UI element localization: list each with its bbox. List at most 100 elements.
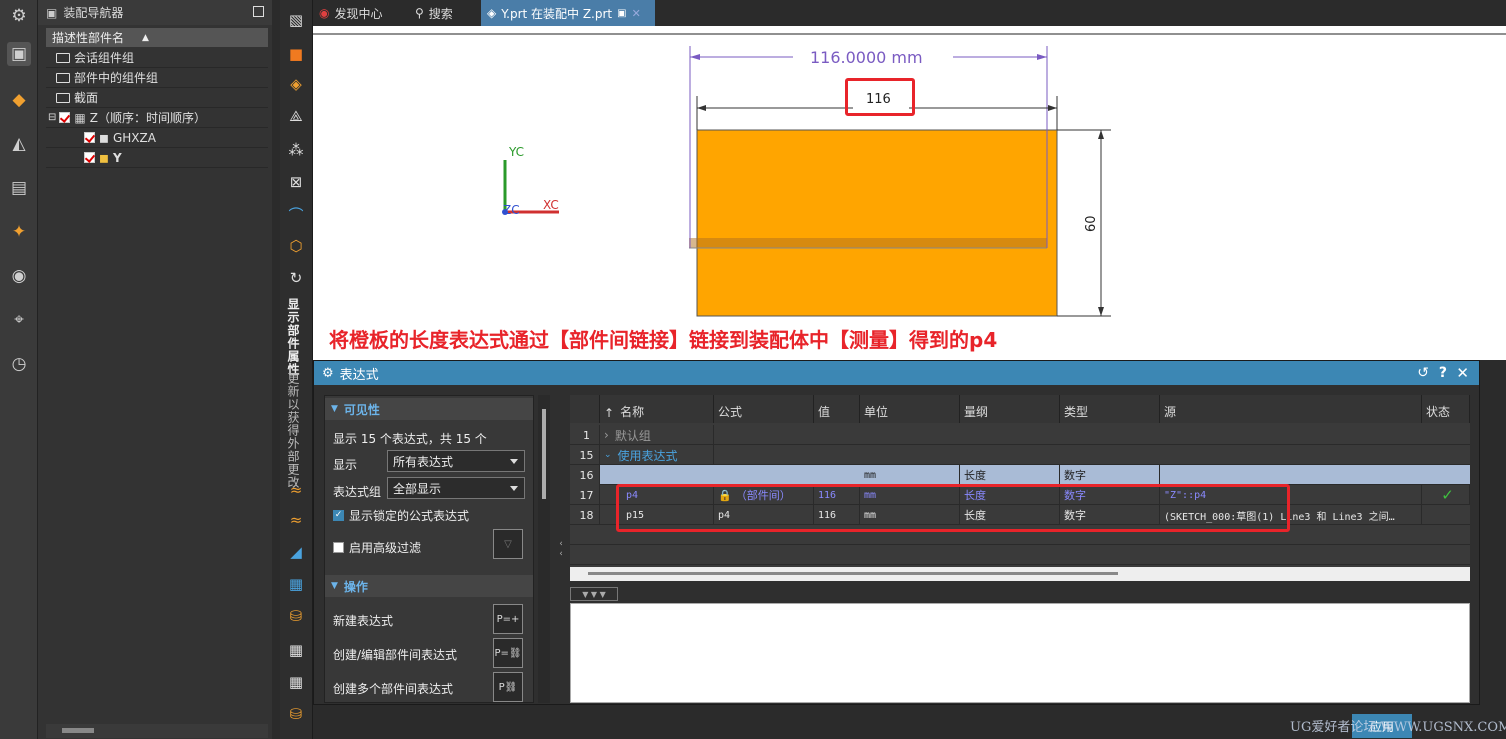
- type-dropdown[interactable]: 数字: [1060, 465, 1160, 485]
- part-navigator-icon[interactable]: ◭: [7, 132, 31, 156]
- link-icon[interactable]: ⛁: [284, 702, 308, 726]
- mesh-icon[interactable]: ▦: [284, 572, 308, 596]
- feature-icon[interactable]: ◈: [284, 72, 308, 96]
- grid-col-value[interactable]: 值: [814, 395, 860, 423]
- grid-col-unit[interactable]: 单位: [860, 395, 960, 423]
- delete-body-icon[interactable]: ⊠: [284, 170, 308, 194]
- update-icon[interactable]: ↻: [284, 266, 308, 290]
- grid-col-status[interactable]: 状态: [1422, 395, 1470, 423]
- unit-dropdown[interactable]: mm: [860, 465, 960, 485]
- create-multi-button[interactable]: P⛓: [493, 672, 523, 702]
- table-icon[interactable]: ▦: [284, 638, 308, 662]
- sort-up-icon: ▲: [142, 32, 149, 43]
- pattern-icon[interactable]: ⁂: [284, 138, 308, 162]
- block-icon[interactable]: ⬡: [284, 234, 308, 258]
- table-row-p4[interactable]: 17 p4 🔒 （部件间） 116 mm 长度 数字 "Z"::p4 ✓: [570, 485, 1470, 505]
- visibility-checkbox[interactable]: [84, 152, 95, 163]
- navigator-icon: ▣: [46, 5, 58, 20]
- panel-splitter[interactable]: ‹ ‹: [556, 395, 566, 703]
- update-external-label[interactable]: 更新以获得外部更改: [285, 372, 302, 489]
- grid-col-name[interactable]: ↑ 名称: [600, 395, 714, 423]
- close-icon[interactable]: ✕: [1456, 364, 1469, 382]
- tree-item-sections[interactable]: 截面: [46, 88, 268, 108]
- graphics-window[interactable]: 116.0000 mm 116 60 YC XC ZC 将橙板的长度表达式通过【…: [313, 26, 1506, 360]
- table-row-new[interactable]: 16 mm 长度 数字: [570, 465, 1470, 485]
- constraint-navigator-icon[interactable]: ◆: [7, 88, 31, 112]
- tree-item-part-groups[interactable]: 部件中的组件组: [46, 68, 268, 88]
- gear-icon[interactable]: ⚙: [7, 4, 31, 28]
- tab-y-part[interactable]: ◈ Y.prt 在装配中 Z.prt ▣ ✕: [481, 0, 655, 26]
- orange-body-icon[interactable]: ■: [284, 42, 308, 66]
- table-row[interactable]: 15 ⌄ 使用表达式: [570, 445, 1470, 465]
- expression-count: 显示 15 个表达式，共 15 个: [333, 432, 487, 446]
- folder-icon: [56, 72, 70, 83]
- close-icon[interactable]: ✕: [632, 7, 641, 20]
- expand-icon[interactable]: ›: [604, 428, 609, 442]
- table-row[interactable]: 1 › 默认组: [570, 425, 1470, 445]
- visibility-checkbox[interactable]: [84, 132, 95, 143]
- help-icon[interactable]: ?: [1439, 365, 1447, 381]
- tree-item-z-assembly[interactable]: ⊟ ▦ Z（顺序：时间顺序）: [46, 108, 268, 128]
- part-navigator-icon[interactable]: ▧: [284, 8, 308, 32]
- dimension-dropdown[interactable]: 长度: [960, 465, 1060, 485]
- collapse-icon[interactable]: ⊟: [48, 112, 56, 123]
- tree-item-y[interactable]: ◼ Y: [46, 148, 268, 168]
- tab-search[interactable]: ⚲ 搜索: [409, 0, 479, 26]
- grid-options-dropdown[interactable]: ▼ ▼ ▼: [570, 587, 618, 601]
- folder-icon: [56, 92, 70, 103]
- reset-icon[interactable]: ↺: [1417, 365, 1429, 381]
- arrow-right: [1037, 54, 1047, 60]
- collapse-icon[interactable]: ⌄: [604, 450, 612, 460]
- tree-item-ghxza[interactable]: ◼ GHXZA: [46, 128, 268, 148]
- operations-section-header[interactable]: ▼ 操作: [325, 575, 533, 597]
- hd3d-tools-icon[interactable]: ✦: [7, 220, 31, 244]
- checkbox-checked[interactable]: ✓: [333, 510, 344, 521]
- edit-interpart-button[interactable]: P=⛓: [493, 638, 523, 668]
- navigator-hscrollbar[interactable]: [46, 724, 268, 738]
- table-row-p15[interactable]: 18 p15 p4 116 mm 长度 数字 (SKETCH_000:草图(1)…: [570, 505, 1470, 525]
- history-clock-icon[interactable]: ◷: [7, 352, 31, 376]
- group-dropdown[interactable]: 全部显示: [387, 477, 525, 499]
- model-view[interactable]: 116.0000 mm 116 60 YC XC ZC: [313, 26, 1506, 360]
- navigator-column-header[interactable]: 描述性部件名 ▲: [46, 28, 268, 47]
- datum-icon[interactable]: ⟁: [284, 104, 308, 128]
- left-panel-scrollbar[interactable]: [538, 395, 550, 703]
- navigator-title: 装配导航器: [63, 6, 124, 20]
- watermark: UG爱好者论坛 WWW.UGSNX.COM: [1290, 720, 1506, 735]
- web-browser-icon[interactable]: ◉: [7, 264, 31, 288]
- wave-icon-2[interactable]: ≈: [284, 508, 308, 532]
- left-resource-bar: ⚙ ▣ ◆ ◭ ▤ ✦ ◉ ⌖ ◷: [0, 0, 38, 739]
- grid-col-source[interactable]: 源: [1160, 395, 1422, 423]
- curve-icon[interactable]: ⌒: [284, 202, 308, 226]
- plate-shadow: [689, 238, 1047, 248]
- table-icon-2[interactable]: ▦: [284, 670, 308, 694]
- grid-hscrollbar[interactable]: [570, 567, 1470, 581]
- grid-col-dimension[interactable]: 量纲: [960, 395, 1060, 423]
- tab-discovery-center[interactable]: ◉ 发现中心: [313, 0, 405, 26]
- collapse-icon: ▼: [331, 581, 338, 591]
- maximize-icon[interactable]: [253, 6, 264, 17]
- dialog-left-panel: ▼ 可见性 显示 15 个表达式，共 15 个 显示 所有表达式 表达式组 全部…: [324, 395, 534, 703]
- assembly-icon: ▦: [74, 110, 86, 125]
- system-materials-icon[interactable]: ⌖: [7, 308, 31, 332]
- grid-col-type[interactable]: 类型: [1060, 395, 1160, 423]
- reuse-library-icon[interactable]: ▤: [7, 176, 31, 200]
- surface-icon[interactable]: ◢: [284, 540, 308, 564]
- tree-item-session-groups[interactable]: 会话组件组: [46, 48, 268, 68]
- filter-icon[interactable]: ▽: [493, 529, 523, 559]
- group-label: 表达式组: [333, 485, 382, 499]
- checkbox[interactable]: [333, 542, 344, 553]
- show-part-attributes-label[interactable]: 显示部件属性: [285, 298, 302, 376]
- advanced-filter-option[interactable]: 启用高级过滤: [333, 539, 421, 556]
- expression-detail-area[interactable]: [570, 603, 1470, 703]
- visibility-checkbox[interactable]: [59, 112, 71, 123]
- show-locked-option[interactable]: ✓ 显示锁定的公式表达式: [333, 507, 469, 524]
- expression-grid: ↑ 名称 公式 值 单位 量纲 类型 源 状态 1 › 默认组 15 ⌄ 使用表达式 …: [570, 395, 1470, 581]
- assembly-navigator-icon[interactable]: ▣: [7, 42, 31, 66]
- new-expression-button[interactable]: P=+: [493, 604, 523, 634]
- grid-col-formula[interactable]: 公式: [714, 395, 814, 423]
- navigator-title-bar: ▣ 装配导航器: [38, 0, 272, 25]
- show-dropdown[interactable]: 所有表达式: [387, 450, 525, 472]
- assembly-link-icon[interactable]: ⛁: [284, 604, 308, 628]
- visibility-section-header[interactable]: ▼ 可见性: [325, 398, 533, 420]
